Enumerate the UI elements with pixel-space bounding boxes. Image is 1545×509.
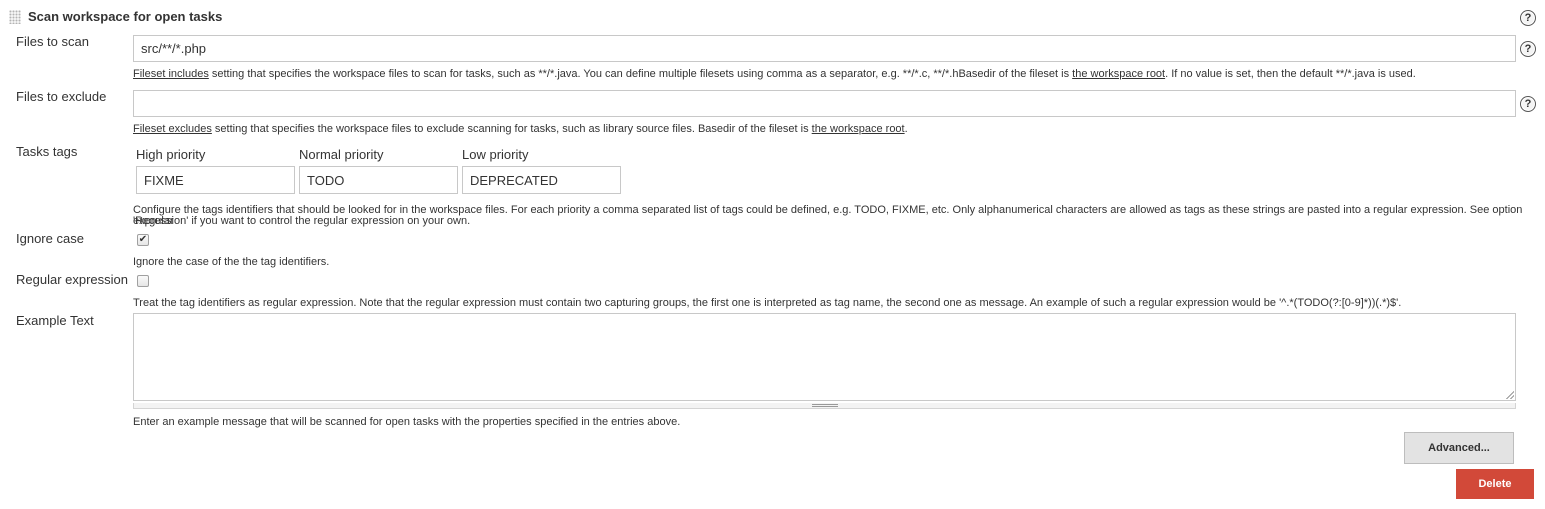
regular-expression-description: Treat the tag identifiers as regular exp…	[133, 297, 1402, 309]
example-text-label: Example Text	[16, 313, 94, 328]
normal-priority-input[interactable]	[299, 166, 458, 194]
resize-grip-icon	[812, 404, 838, 407]
workspace-root-link[interactable]: the workspace root	[1072, 68, 1165, 80]
example-text-textarea[interactable]	[133, 313, 1516, 401]
resize-corner-icon[interactable]	[1506, 391, 1514, 399]
fileset-excludes-link[interactable]: Fileset excludes	[133, 123, 212, 135]
checkmark-icon: ✔	[138, 234, 148, 245]
low-priority-input[interactable]	[462, 166, 621, 194]
textarea-resize-bar[interactable]	[133, 403, 1516, 409]
files-to-scan-input[interactable]	[133, 35, 1516, 62]
example-text-description: Enter an example message that will be sc…	[133, 416, 681, 428]
advanced-button[interactable]: Advanced...	[1404, 432, 1514, 464]
files-to-exclude-input[interactable]	[133, 90, 1516, 117]
ignore-case-label: Ignore case	[16, 231, 84, 246]
files-to-scan-label: Files to scan	[16, 34, 89, 49]
high-priority-input[interactable]	[136, 166, 295, 194]
ignore-case-checkbox[interactable]: ✔	[137, 234, 149, 246]
regular-expression-label: Regular expression	[16, 272, 129, 287]
delete-button[interactable]: Delete	[1456, 469, 1534, 499]
tasks-tags-label: Tasks tags	[16, 144, 78, 159]
normal-priority-label: Normal priority	[299, 147, 384, 162]
tasks-tags-description-line2: expression' if you want to control the r…	[133, 215, 471, 227]
files-to-exclude-label: Files to exclude	[16, 89, 107, 104]
files-to-exclude-description: Fileset excludes setting that specifies …	[133, 123, 908, 135]
ignore-case-description: Ignore the case of the the tag identifie…	[133, 256, 330, 268]
fileset-includes-link[interactable]: Fileset includes	[133, 68, 209, 80]
question-circle-icon[interactable]: ?	[1520, 41, 1536, 57]
low-priority-label: Low priority	[462, 147, 529, 162]
workspace-root-link[interactable]: the workspace root	[812, 123, 905, 135]
question-circle-icon[interactable]: ?	[1520, 10, 1536, 26]
section-title: Scan workspace for open tasks	[28, 9, 223, 24]
files-to-scan-description: Fileset includes setting that specifies …	[133, 68, 1416, 80]
question-circle-icon[interactable]: ?	[1520, 96, 1536, 112]
drag-handle-icon[interactable]	[9, 10, 21, 24]
high-priority-label: High priority	[136, 147, 206, 162]
regular-expression-checkbox[interactable]	[137, 275, 149, 287]
